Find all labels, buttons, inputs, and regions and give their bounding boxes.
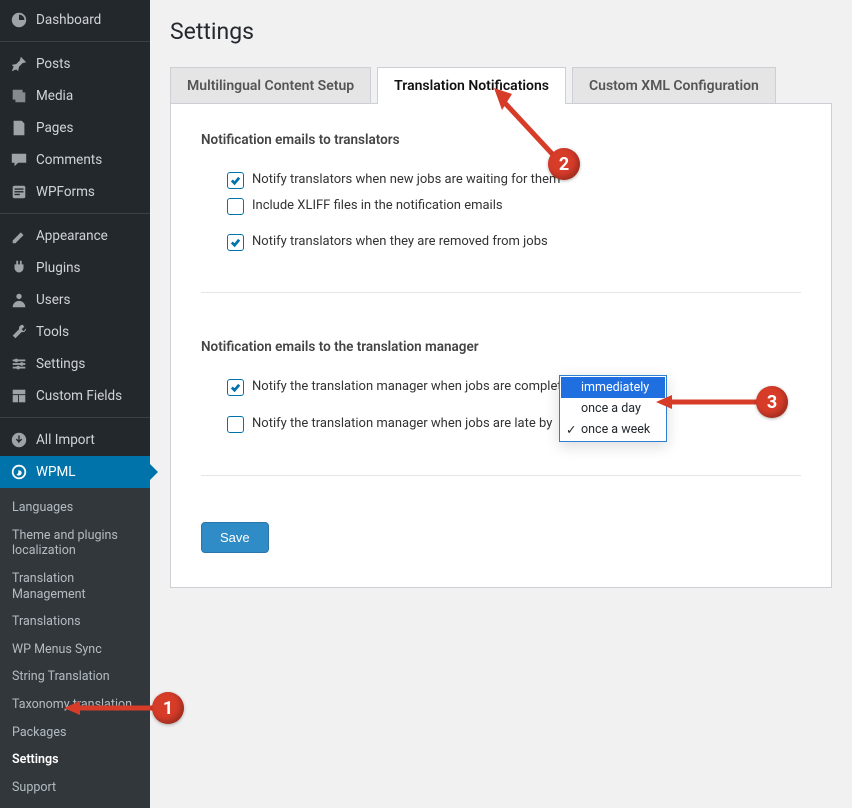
sidebar-item-label: Plugins bbox=[36, 260, 81, 276]
annotation-badge-1: 1 bbox=[152, 692, 184, 724]
user-icon bbox=[10, 291, 28, 309]
sidebar-item-pages[interactable]: Pages bbox=[0, 112, 150, 144]
dropdown-option-once-a-week[interactable]: once a week bbox=[561, 419, 665, 440]
sidebar-item-wpml[interactable]: WPML bbox=[0, 456, 150, 488]
sidebar-item-dashboard[interactable]: Dashboard bbox=[0, 4, 150, 36]
wpml-icon bbox=[10, 463, 28, 481]
sidebar-item-custom-fields[interactable]: Custom Fields bbox=[0, 380, 150, 412]
sidebar-item-users[interactable]: Users bbox=[0, 284, 150, 316]
submenu-item-packages[interactable]: Packages bbox=[0, 719, 150, 747]
sidebar-item-tools[interactable]: Tools bbox=[0, 316, 150, 348]
sidebar-item-label: Custom Fields bbox=[36, 388, 122, 404]
import-icon bbox=[10, 431, 28, 449]
sidebar-item-label: Appearance bbox=[36, 228, 108, 244]
submenu-item-languages[interactable]: Languages bbox=[0, 494, 150, 522]
sidebar-item-wpforms[interactable]: WPForms bbox=[0, 176, 150, 208]
checkbox[interactable] bbox=[227, 198, 244, 215]
media-icon bbox=[10, 87, 28, 105]
sidebar-item-media[interactable]: Media bbox=[0, 80, 150, 112]
checkbox[interactable] bbox=[227, 234, 244, 251]
sidebar-item-plugins[interactable]: Plugins bbox=[0, 252, 150, 284]
checkbox[interactable] bbox=[227, 172, 244, 189]
sidebar-item-label: WPML bbox=[36, 464, 76, 480]
appearance-icon bbox=[10, 227, 28, 245]
pin-icon bbox=[10, 55, 28, 73]
forms-icon bbox=[10, 183, 28, 201]
annotation-arrow-1 bbox=[60, 698, 160, 718]
save-button[interactable]: Save bbox=[201, 522, 269, 553]
annotation-arrow-3 bbox=[652, 392, 762, 412]
sidebar-item-posts[interactable]: Posts bbox=[0, 48, 150, 80]
option-notify-late[interactable]: Notify the translation manager when jobs… bbox=[227, 413, 801, 435]
submenu-item-translation-management[interactable]: Translation Management bbox=[0, 565, 150, 608]
content-area: Settings Multilingual Content Setup Tran… bbox=[150, 0, 852, 808]
checkbox[interactable] bbox=[227, 416, 244, 433]
sidebar-item-label: Dashboard bbox=[36, 12, 101, 28]
checkbox[interactable] bbox=[227, 379, 244, 396]
comment-icon bbox=[10, 151, 28, 169]
submenu-item-support[interactable]: Support bbox=[0, 774, 150, 802]
tab-custom-xml-configuration[interactable]: Custom XML Configuration bbox=[572, 67, 776, 104]
sidebar-item-label: Media bbox=[36, 88, 73, 104]
tab-multilingual-content-setup[interactable]: Multilingual Content Setup bbox=[170, 67, 371, 104]
settings-panel: Notification emails to translators Notif… bbox=[170, 103, 832, 588]
annotation-badge-2: 2 bbox=[548, 148, 580, 180]
section-heading: Notification emails to the translation m… bbox=[201, 339, 801, 355]
option-label: Notify translators when new jobs are wai… bbox=[252, 170, 560, 190]
admin-sidebar: Dashboard Posts Media Pages Comments WPF… bbox=[0, 0, 150, 808]
submenu-item-wp-menus-sync[interactable]: WP Menus Sync bbox=[0, 636, 150, 664]
sidebar-item-label: Posts bbox=[36, 56, 70, 72]
sidebar-item-label: Users bbox=[36, 292, 70, 308]
submenu-item-localization[interactable]: Theme and plugins localization bbox=[0, 522, 150, 565]
save-row: Save bbox=[201, 522, 801, 553]
option-label-pre: Notify the translation manager when jobs… bbox=[252, 414, 552, 434]
option-notify-new-jobs[interactable]: Notify translators when new jobs are wai… bbox=[227, 170, 801, 190]
sidebar-separator bbox=[0, 41, 150, 48]
sidebar-item-all-import[interactable]: All Import bbox=[0, 424, 150, 456]
sidebar-item-settings[interactable]: Settings bbox=[0, 348, 150, 380]
sidebar-separator bbox=[0, 213, 150, 220]
option-include-xliff[interactable]: Include XLIFF files in the notification … bbox=[227, 196, 801, 216]
option-label: Notify the translation manager when jobs… bbox=[252, 377, 576, 397]
option-label: Notify translators when they are removed… bbox=[252, 232, 548, 252]
sidebar-item-label: All Import bbox=[36, 432, 95, 448]
sidebar-item-label: Pages bbox=[36, 120, 74, 136]
fields-icon bbox=[10, 387, 28, 405]
sidebar-separator bbox=[0, 417, 150, 424]
tools-icon bbox=[10, 323, 28, 341]
dropdown-option-immediately[interactable]: immediately bbox=[561, 377, 665, 398]
plugin-icon bbox=[10, 259, 28, 277]
sidebar-item-label: Settings bbox=[36, 356, 85, 372]
sidebar-item-label: Comments bbox=[36, 152, 102, 168]
page-icon bbox=[10, 119, 28, 137]
frequency-dropdown[interactable]: immediately once a day once a week bbox=[559, 375, 667, 442]
sidebar-item-appearance[interactable]: Appearance bbox=[0, 220, 150, 252]
dropdown-option-once-a-day[interactable]: once a day bbox=[561, 398, 665, 419]
annotation-badge-3: 3 bbox=[756, 386, 788, 418]
option-notify-removed[interactable]: Notify translators when they are removed… bbox=[227, 232, 801, 252]
submenu-item-settings[interactable]: Settings bbox=[0, 746, 150, 774]
submenu-item-string-translation[interactable]: String Translation bbox=[0, 663, 150, 691]
sidebar-item-comments[interactable]: Comments bbox=[0, 144, 150, 176]
dashboard-icon bbox=[10, 11, 28, 29]
settings-icon bbox=[10, 355, 28, 373]
page-title: Settings bbox=[170, 18, 832, 45]
option-label: Include XLIFF files in the notification … bbox=[252, 196, 503, 216]
submenu-item-translations[interactable]: Translations bbox=[0, 608, 150, 636]
sidebar-item-label: WPForms bbox=[36, 184, 95, 200]
sidebar-item-label: Tools bbox=[36, 324, 69, 340]
